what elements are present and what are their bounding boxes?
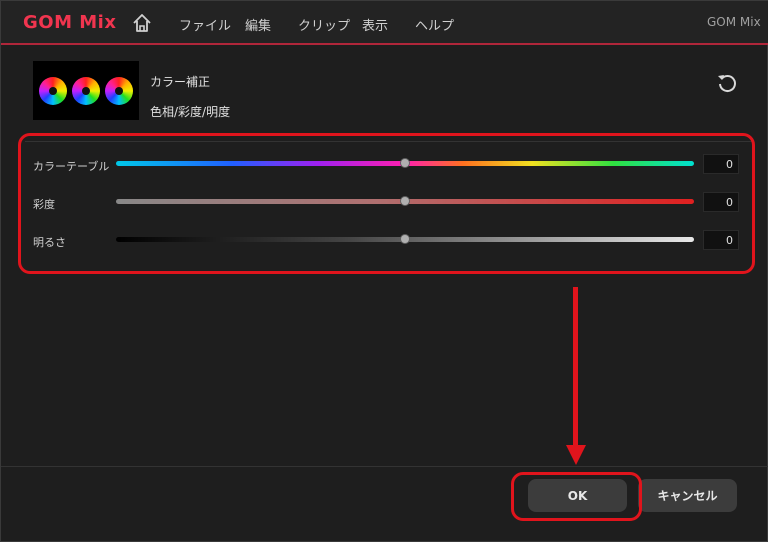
annotation-arrow bbox=[573, 287, 578, 447]
menu-clip[interactable]: クリップ bbox=[298, 15, 350, 34]
app-logo: GOM Mix bbox=[23, 12, 117, 33]
reset-icon[interactable] bbox=[715, 71, 739, 95]
window-title: GOM Mix bbox=[707, 15, 761, 29]
annotation-arrow-head bbox=[566, 445, 586, 465]
effect-subtitle: 色相/彩度/明度 bbox=[150, 105, 231, 119]
color-disc-icon bbox=[105, 77, 133, 105]
effect-title: カラー補正 bbox=[150, 75, 211, 89]
footer-divider bbox=[1, 466, 768, 467]
menu-file[interactable]: ファイル bbox=[179, 15, 231, 34]
menu-view[interactable]: 表示 bbox=[362, 15, 388, 34]
color-disc-icon bbox=[72, 77, 100, 105]
annotation-highlight-ok bbox=[511, 472, 642, 521]
menu-help[interactable]: ヘルプ bbox=[415, 15, 454, 34]
menu-edit[interactable]: 編集 bbox=[245, 15, 271, 34]
menu-bar: GOM Mix ファイル 編集 クリップ 表示 ヘルプ GOM Mix bbox=[1, 1, 768, 45]
cancel-button[interactable]: キャンセル bbox=[638, 479, 737, 512]
effect-thumbnail bbox=[33, 61, 139, 120]
annotation-highlight-sliders bbox=[18, 133, 755, 274]
home-icon[interactable] bbox=[131, 12, 153, 34]
color-disc-icon bbox=[39, 77, 67, 105]
dialog-window: GOM Mix ファイル 編集 クリップ 表示 ヘルプ GOM Mix カラー補… bbox=[0, 0, 768, 542]
